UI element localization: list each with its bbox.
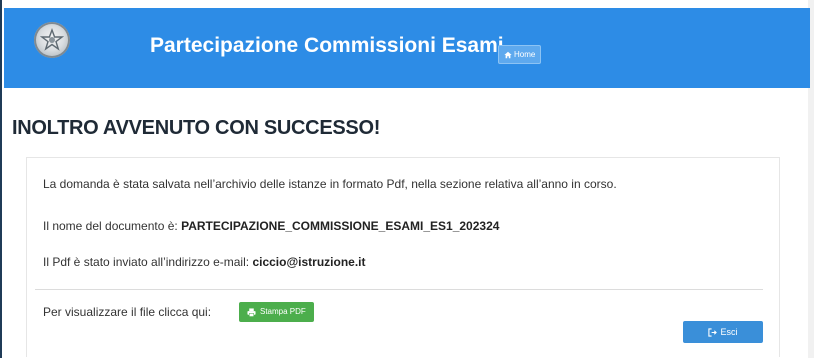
document-name-line: Il nome del documento è: PARTECIPAZIONE_…	[43, 219, 499, 233]
divider	[35, 289, 763, 290]
stampa-pdf-label: Stampa PDF	[260, 307, 306, 316]
page-frame: Partecipazione Commissioni Esami Home IN…	[0, 0, 810, 358]
email-line: Il Pdf è stato inviato all’indirizzo e-m…	[43, 255, 366, 269]
app-header: Partecipazione Commissioni Esami Home	[4, 8, 810, 88]
result-card: La domanda è stata salvata nell’archivio…	[26, 157, 780, 357]
home-button-label: Home	[514, 50, 536, 59]
stampa-pdf-button[interactable]: Stampa PDF	[239, 302, 314, 322]
document-name-label: Il nome del documento è:	[43, 219, 178, 233]
app-title: Partecipazione Commissioni Esami	[150, 34, 504, 57]
sign-out-icon	[708, 327, 718, 337]
esci-button[interactable]: Esci	[683, 321, 763, 343]
view-file-label: Per visualizzare il file clicca qui:	[43, 305, 212, 319]
document-name-value: PARTECIPAZIONE_COMMISSIONE_ESAMI_ES1_202…	[181, 219, 500, 233]
email-label: Il Pdf è stato inviato all’indirizzo e-m…	[43, 255, 250, 269]
page-title: INOLTRO AVVENUTO CON SUCCESSO!	[12, 117, 381, 139]
esci-label: Esci	[720, 327, 738, 337]
home-icon	[504, 51, 512, 58]
saved-message: La domanda è stata salvata nell’archivio…	[43, 177, 617, 191]
home-button[interactable]: Home	[498, 45, 542, 64]
emblem-icon	[34, 22, 70, 58]
email-value: ciccio@istruzione.it	[252, 255, 366, 269]
print-icon	[247, 307, 256, 317]
